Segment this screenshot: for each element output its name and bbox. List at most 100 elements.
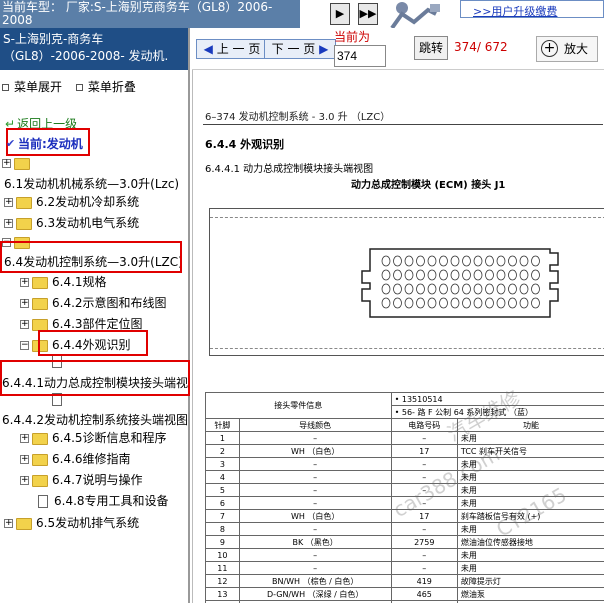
table-row: 12 BN/WH （棕色 / 白色） 419 故障提示灯 — [205, 574, 604, 588]
zoom-label: 放大 — [564, 42, 589, 56]
connector-figure — [209, 208, 604, 356]
table-cell: 2 — [205, 444, 240, 458]
double-arrow-right-icon[interactable]: ▶▶ — [358, 3, 378, 25]
table-cell: 故障提示灯 — [456, 574, 604, 588]
connector-pin — [393, 269, 402, 281]
expand-icon[interactable]: + — [20, 278, 29, 287]
connector-pin — [450, 283, 460, 295]
table-row: 13 D-GN/WH （深绿 / 白色） 465 燃油泵 — [205, 587, 604, 601]
folder-icon — [32, 432, 48, 445]
connector-pin — [462, 297, 471, 309]
upgrade-link[interactable]: >>用户升级缴费 — [460, 0, 604, 18]
table-cell: 13 — [205, 587, 240, 601]
tree-node[interactable]: + — [2, 156, 34, 170]
table-cell: – — [390, 483, 458, 497]
tree-node-6-2[interactable]: +6.2发动机冷却系统 — [4, 193, 139, 210]
column-header: 电路号码 — [390, 418, 458, 432]
table-cell: – — [238, 483, 392, 497]
upgrade-link-text[interactable]: >>用户升级缴费 — [473, 3, 557, 19]
table-cell: D-GN/WH （深绿 / 白色） — [238, 587, 392, 601]
expand-icon[interactable]: + — [20, 455, 29, 464]
table-cell: 9 — [205, 535, 240, 549]
subsection-title: 6.4.4.1 动力总成控制模块接头端视图 — [205, 164, 374, 175]
jump-button[interactable]: 跳转 — [414, 36, 448, 60]
table-cell: BK （黑色） — [238, 535, 392, 549]
current-page-label: 当前为 — [334, 30, 371, 44]
current-page-input[interactable] — [334, 45, 386, 67]
connector-pin — [450, 297, 460, 309]
tree-node-6-1[interactable]: 6.1发动机机械系统—3.0升(Lzc) — [4, 175, 179, 192]
table-cell: 未用 — [456, 561, 604, 575]
connector-pin — [393, 297, 402, 309]
connector-pin — [381, 255, 391, 267]
connector-pin — [485, 297, 494, 309]
tree-node-6-4-6[interactable]: +6.4.6维修指南 — [20, 450, 131, 467]
expand-icon[interactable]: + — [20, 320, 29, 329]
expand-icon[interactable]: + — [2, 159, 11, 168]
connector-pin — [508, 297, 517, 309]
connector-pin — [416, 283, 425, 295]
folder-icon — [32, 453, 48, 466]
connector-pin — [462, 255, 471, 267]
connector-pin — [519, 297, 529, 309]
prev-page-button[interactable]: ◀ 上 一 页 — [196, 39, 268, 59]
column-header: 功能 — [456, 418, 604, 432]
tree-node-6-4-2[interactable]: +6.4.2示意图和布线图 — [20, 294, 167, 311]
zoom-button[interactable]: + 放大 — [536, 36, 598, 62]
tree-node-6-5[interactable]: +6.5发动机排气系统 — [4, 514, 139, 531]
current-label: 当前:发动机 — [18, 137, 83, 151]
connector-pin — [519, 255, 529, 267]
connector-pin — [531, 255, 540, 267]
table-cell: – — [238, 496, 392, 510]
table-row: 6– – 未用 — [205, 496, 604, 510]
vehicle-label: 当前车型： 厂家:S-上海别克商务车（GL8）2006-2008 — [0, 0, 300, 28]
expand-icon[interactable]: + — [4, 219, 13, 228]
flag-icon: ✔ — [6, 137, 16, 150]
app-window: 当前车型： 厂家:S-上海别克商务车（GL8）2006-2008 ▶ ▶▶ >>… — [0, 0, 604, 603]
table-cell: 8 — [205, 522, 240, 536]
highlight-box — [0, 360, 190, 396]
tree-node-6-4-5[interactable]: +6.4.5诊断信息和程序 — [20, 429, 167, 446]
table-cell: – — [390, 561, 458, 575]
tree-node-6-4-7[interactable]: +6.4.7说明与操作 — [20, 471, 143, 488]
page-toolbar: ◀ 上 一 页 下 一 页 ▶ 当前为 跳转 374/ 672 + 放大 — [192, 28, 604, 70]
expand-icon[interactable]: + — [20, 476, 29, 485]
connector-pin — [393, 255, 402, 267]
folder-icon — [16, 217, 32, 230]
connector-pin — [496, 255, 506, 267]
table-cell: 燃油油位传感器接地 — [456, 535, 604, 549]
arrow-right-icon[interactable]: ▶ — [330, 3, 350, 25]
expand-icon[interactable]: + — [20, 299, 29, 308]
connector-pin — [439, 255, 448, 267]
expand-icon[interactable]: + — [4, 198, 13, 207]
connector-pin — [519, 269, 529, 281]
connector-pin — [496, 283, 506, 295]
connector-pin — [404, 255, 414, 267]
tree-node-6-4-8[interactable]: 6.4.8专用工具和设备 — [38, 492, 169, 509]
table-cell: 5 — [205, 483, 240, 497]
next-page-button[interactable]: 下 一 页 ▶ — [264, 39, 336, 59]
square-icon — [2, 84, 9, 91]
document-page: 6–374 发动机控制系统 - 3.0 升 （LZC） 6.4.4 外观识别 6… — [192, 70, 604, 603]
connector-pin — [473, 269, 483, 281]
expand-menu[interactable]: 菜单展开 — [2, 80, 62, 94]
collapse-menu[interactable]: 菜单折叠 — [75, 80, 136, 94]
collapse-icon[interactable]: − — [20, 341, 29, 350]
tree-node-6-4-4-2[interactable]: 6.4.4.2发动机控制系统接头端视图 — [2, 411, 188, 428]
tree-node-6-4-1[interactable]: +6.4.1规格 — [20, 273, 107, 290]
table-cell: 接头零件信息 — [205, 392, 392, 419]
connector-pin — [496, 297, 506, 309]
expand-icon[interactable]: + — [20, 434, 29, 443]
expand-icon[interactable]: + — [4, 519, 13, 528]
table-cell: 17 — [390, 509, 458, 523]
table-cell: – — [238, 548, 392, 562]
section-title: 6.4.4 外观识别 — [205, 138, 285, 151]
connector-pin — [404, 269, 414, 281]
tree-node-6-3[interactable]: +6.3发动机电气系统 — [4, 214, 139, 231]
connector-pin — [531, 297, 540, 309]
connector-pin — [439, 283, 448, 295]
square-icon — [75, 84, 83, 91]
connector-pin — [473, 297, 483, 309]
table-cell: 7 — [205, 509, 240, 523]
table-cell: – — [390, 548, 458, 562]
